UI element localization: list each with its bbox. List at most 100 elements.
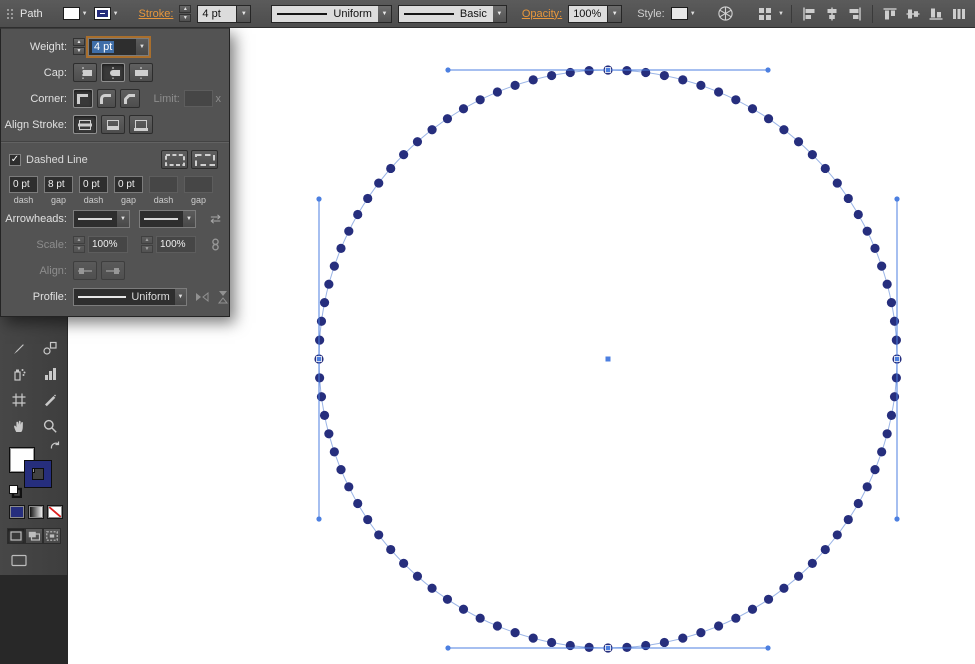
swap-fill-stroke-icon[interactable] [49,440,61,452]
chevron-down-icon[interactable]: ▼ [116,210,129,227]
style-swatch-icon [670,7,688,20]
none-button[interactable] [47,505,63,519]
stepper-up-icon[interactable]: ▲ [179,5,192,13]
profile-combo[interactable]: Uniform ▼ [73,287,187,306]
opacity-field[interactable]: 100% [568,4,609,23]
align-dashes-label: Align: [39,264,67,277]
gap-field-1[interactable]: 8 pt [44,176,73,193]
preserve-dashes-button[interactable] [161,150,188,169]
brush-stroke-icon [403,12,454,15]
chevron-down-icon[interactable]: ▼ [608,4,623,23]
separator [791,4,792,23]
fill-swatch-icon [62,7,80,20]
chevron-down-icon[interactable]: ▼ [237,4,252,23]
stroke-weight-field[interactable]: 4 pt [197,4,238,23]
eyedropper-tool[interactable] [3,336,34,360]
brush-definition-combo[interactable]: Basic ▼ [397,4,507,23]
flip-across-icon [217,290,229,304]
scale-start-stepper: ▲ ▼ [73,236,85,253]
align-horizontal-left-button[interactable] [799,4,819,24]
align-vertical-top-button[interactable] [880,4,900,24]
weight-stepper[interactable]: ▲ ▼ [73,38,85,55]
arrowhead-end-combo[interactable]: ▼ [139,209,196,228]
chevron-down-icon[interactable]: ▼ [173,288,186,305]
opacity-link[interactable]: Opacity: [522,8,562,20]
dashed-line-label: Dashed Line [26,153,88,166]
recolor-artwork-icon[interactable] [716,4,736,24]
chevron-down-icon[interactable]: ▼ [135,38,148,55]
stroke-panel: Weight: ▲ ▼ 4 pt ▼ Cap: Corner: Limit: x… [0,28,230,317]
projecting-cap-button[interactable] [129,63,153,82]
draw-behind-button[interactable] [25,528,43,544]
stroke-color-swatch[interactable]: ▼ [93,7,119,20]
scale-start-field: 100% [88,236,128,253]
swap-arrowheads-icon[interactable]: ⇄ [210,211,221,227]
opacity-combo[interactable]: 100% ▼ [568,4,623,23]
align-horizontal-center-button[interactable] [822,4,842,24]
weight-combo[interactable]: 4 pt ▼ [86,35,151,58]
style-label: Style: [637,7,665,20]
dash-field-2[interactable]: 0 pt [79,176,108,193]
stepper-up-icon[interactable]: ▲ [73,38,85,46]
stepper-down-icon[interactable]: ▼ [73,47,85,55]
corner-label: Corner: [30,92,67,105]
fill-color-swatch[interactable]: ▼ [62,7,88,20]
dash-field-3[interactable] [149,176,178,193]
align-horizontal-right-button[interactable] [845,4,865,24]
selection-type-label: Path [20,7,43,20]
distribute-horizontal-button[interactable] [949,4,969,24]
check-icon: ✓ [10,153,20,165]
weight-value: 4 pt [92,40,115,53]
align-dash-end-button [101,261,125,280]
chevron-down-icon[interactable]: ▼ [182,210,195,227]
align-vertical-bottom-button[interactable] [926,4,946,24]
align-stroke-inside-button[interactable] [101,115,125,134]
align-stroke-outside-button[interactable] [129,115,153,134]
panel-grip-icon [6,7,14,21]
screen-mode-button[interactable] [11,554,27,567]
bevel-join-button[interactable] [120,89,140,108]
blend-tool[interactable] [34,336,65,360]
profile-value: Uniform [131,290,170,303]
color-button[interactable] [9,505,25,519]
width-profile-combo[interactable]: Uniform ▼ [271,4,392,23]
butt-cap-button[interactable] [73,63,97,82]
zoom-tool[interactable] [34,414,65,438]
gap-field-3[interactable] [184,176,213,193]
default-fill-stroke-icon[interactable] [9,485,22,498]
dashed-line-checkbox[interactable]: ✓ [9,153,21,166]
symbol-sprayer-tool[interactable] [3,362,34,386]
artboard-tool[interactable] [3,388,34,412]
dash-field-1[interactable]: 0 pt [9,176,38,193]
gradient-button[interactable] [28,505,44,519]
column-graph-tool[interactable] [34,362,65,386]
separator [1,141,229,143]
align-vertical-center-button[interactable] [903,4,923,24]
style-swatch[interactable]: ▼ [670,7,696,20]
round-join-button[interactable] [96,89,117,108]
slice-tool[interactable] [34,388,65,412]
align-stroke-center-button[interactable] [73,115,97,134]
stroke-weight-stepper[interactable]: ▲ ▼ [179,5,192,22]
draw-inside-button[interactable] [43,528,61,544]
control-bar: Path ▼ ▼ Stroke: ▲ ▼ 4 pt ▼ Uniform ▼ Ba… [0,0,975,28]
chevron-down-icon: ▼ [492,4,507,23]
gap-field-2[interactable]: 0 pt [114,176,143,193]
uniform-profile-icon [78,295,127,298]
stepper-down-icon[interactable]: ▼ [179,14,192,22]
chevron-down-icon[interactable]: ▼ [778,11,784,17]
select-similar-button[interactable] [755,4,775,24]
flip-along-icon [195,291,209,303]
stroke-panel-link[interactable]: Stroke: [139,8,174,20]
separator [872,4,873,23]
stroke-weight-combo[interactable]: 4 pt ▼ [197,4,252,23]
arrowhead-start-combo[interactable]: ▼ [73,209,130,228]
draw-normal-button[interactable] [7,528,25,544]
profile-label: Profile: [32,290,67,303]
align-dashes-to-corners-button[interactable] [191,150,218,169]
round-cap-button[interactable] [101,63,125,82]
stroke-proxy-swatch[interactable] [25,461,51,487]
hand-tool[interactable] [3,414,34,438]
width-profile-icon [277,12,328,15]
miter-join-button[interactable] [73,89,93,108]
